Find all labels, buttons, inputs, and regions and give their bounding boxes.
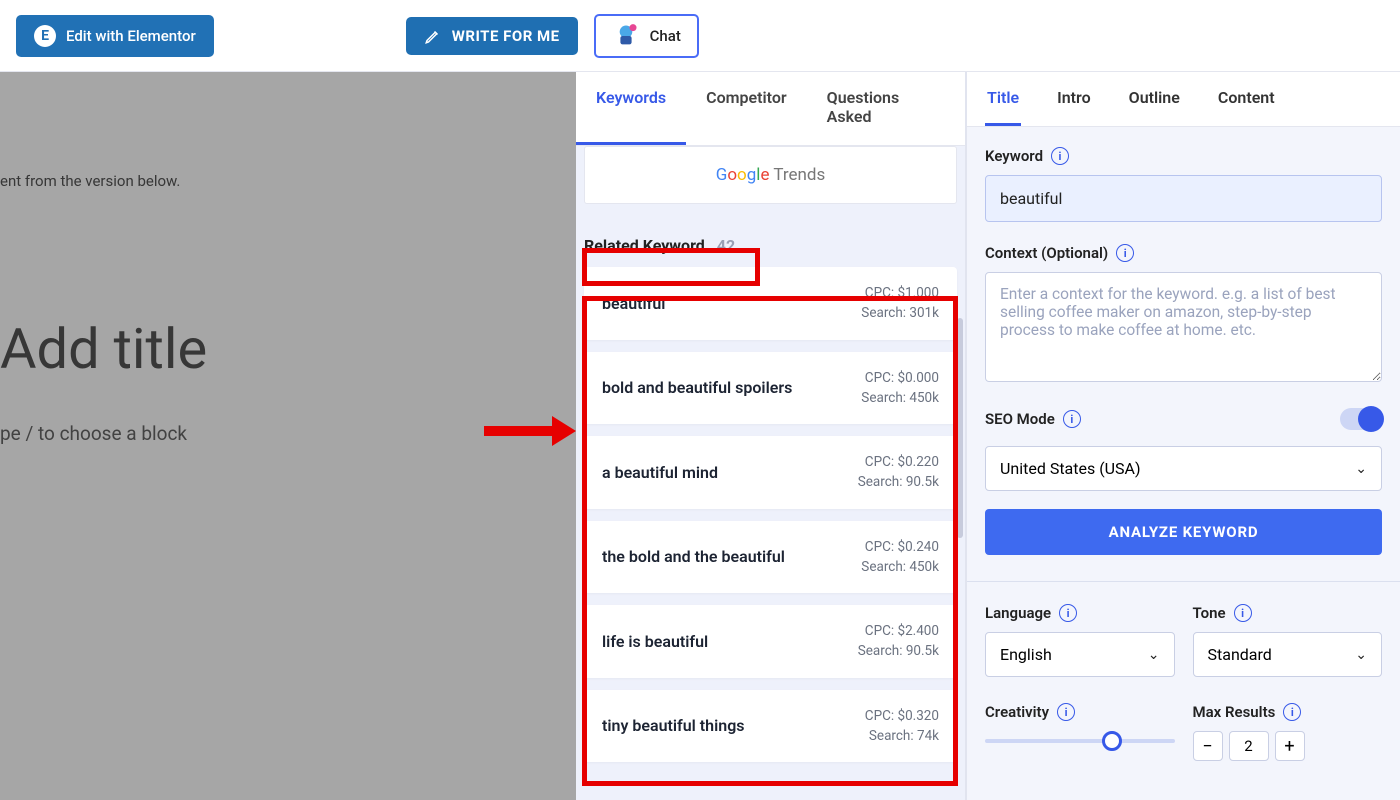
keyword-card[interactable]: life is beautiful CPC: $2.400Search: 90.…: [584, 605, 957, 678]
tab-intro[interactable]: Intro: [1055, 72, 1093, 126]
keyword-meta: CPC: $0.000Search: 450k: [861, 368, 939, 409]
max-results-label: Max Resultsi: [1193, 703, 1383, 721]
scrollbar-thumb[interactable]: [957, 318, 963, 538]
increment-button[interactable]: +: [1275, 731, 1305, 761]
tab-keywords[interactable]: Keywords: [576, 72, 686, 145]
keyword-card[interactable]: tiny beautiful things CPC: $0.320Search:…: [584, 690, 957, 763]
keyword-term: life is beautiful: [602, 632, 708, 651]
tone-label: Tonei: [1193, 604, 1383, 622]
language-select[interactable]: English ⌄: [985, 632, 1175, 677]
analyze-keyword-button[interactable]: ANALYZE KEYWORD: [985, 509, 1382, 555]
divider: [967, 581, 1400, 582]
language-label: Languagei: [985, 604, 1175, 622]
keyword-term: a beautiful mind: [602, 463, 718, 482]
keyword-meta: CPC: $2.400Search: 90.5k: [858, 621, 939, 662]
language-value: English: [1000, 645, 1052, 664]
tab-competitor[interactable]: Competitor: [686, 72, 807, 145]
creativity-slider[interactable]: [985, 739, 1175, 743]
keyword-card[interactable]: bold and beautiful spoilers CPC: $0.000S…: [584, 352, 957, 425]
related-keyword-count: 42: [717, 236, 735, 255]
content-tabs: Title Intro Outline Content: [967, 72, 1400, 127]
genie-icon: [612, 22, 640, 50]
info-icon[interactable]: i: [1051, 147, 1069, 165]
chevron-down-icon: ⌄: [1355, 647, 1367, 663]
keyword-field-label: Keywordi: [985, 147, 1382, 165]
keyword-term: the bold and the beautiful: [602, 547, 785, 566]
keyword-panel-tabs: Keywords Competitor Questions Asked: [576, 72, 965, 146]
tab-content[interactable]: Content: [1216, 72, 1277, 126]
keyword-input[interactable]: [985, 175, 1382, 222]
max-results-value[interactable]: 2: [1229, 731, 1269, 761]
keyword-term: beautiful: [602, 294, 665, 313]
context-field-label: Context (Optional)i: [985, 244, 1382, 262]
tab-outline[interactable]: Outline: [1127, 72, 1182, 126]
info-icon[interactable]: i: [1116, 244, 1134, 262]
context-textarea[interactable]: [985, 272, 1382, 382]
tone-value: Standard: [1208, 645, 1272, 664]
keyword-meta: CPC: $1.000Search: 301k: [861, 283, 939, 324]
keyword-card[interactable]: beautiful CPC: $1.000Search: 301k: [584, 267, 957, 340]
keyword-term: tiny beautiful things: [602, 716, 745, 735]
chevron-down-icon: ⌄: [1355, 461, 1367, 477]
country-select[interactable]: United States (USA) ⌄: [985, 446, 1382, 491]
info-icon[interactable]: i: [1234, 604, 1252, 622]
chat-label: Chat: [650, 27, 681, 45]
keyword-panel: Keywords Competitor Questions Asked Goog…: [576, 72, 966, 800]
country-value: United States (USA): [1000, 459, 1141, 478]
max-results-stepper: − 2 +: [1193, 731, 1383, 761]
annotation-arrow-icon: [480, 414, 576, 448]
creativity-label: Creativityi: [985, 703, 1175, 721]
keyword-list: beautiful CPC: $1.000Search: 301k bold a…: [576, 267, 965, 762]
google-logo: Google: [716, 165, 770, 185]
trends-label: Trends: [769, 165, 825, 185]
edit-elementor-button[interactable]: E Edit with Elementor: [16, 15, 214, 57]
google-trends-card[interactable]: Google Trends: [584, 146, 957, 204]
related-keyword-label: Related Keyword: [584, 236, 705, 255]
tone-select[interactable]: Standard ⌄: [1193, 632, 1383, 677]
info-icon[interactable]: i: [1283, 703, 1301, 721]
edit-elementor-label: Edit with Elementor: [66, 27, 196, 45]
write-for-me-label: WRITE FOR ME: [452, 27, 560, 45]
editor-toolbar: E Edit with Elementor WRITE FOR ME Chat: [0, 0, 1400, 72]
elementor-icon: E: [34, 25, 56, 47]
keyword-card[interactable]: a beautiful mind CPC: $0.220Search: 90.5…: [584, 436, 957, 509]
keyword-meta: CPC: $0.220Search: 90.5k: [858, 452, 939, 493]
tab-questions[interactable]: Questions Asked: [807, 72, 965, 145]
getgenie-sidebar: GetGenie ✕ Title Intro Outline Content K…: [966, 0, 1400, 800]
seo-mode-toggle[interactable]: [1340, 408, 1382, 430]
chevron-down-icon: ⌄: [1148, 647, 1160, 663]
decrement-button[interactable]: −: [1193, 731, 1223, 761]
info-icon[interactable]: i: [1063, 410, 1081, 428]
keyword-meta: CPC: $0.320Search: 74k: [865, 706, 939, 747]
info-icon[interactable]: i: [1059, 604, 1077, 622]
related-keyword-header: Related Keyword 42: [576, 224, 965, 267]
write-for-me-button[interactable]: WRITE FOR ME: [406, 17, 578, 55]
keyword-card[interactable]: the bold and the beautiful CPC: $0.240Se…: [584, 521, 957, 594]
info-icon[interactable]: i: [1057, 703, 1075, 721]
pen-icon: [424, 27, 442, 45]
keyword-term: bold and beautiful spoilers: [602, 378, 792, 397]
tab-title[interactable]: Title: [985, 72, 1021, 126]
keyword-meta: CPC: $0.240Search: 450k: [861, 537, 939, 578]
seo-mode-label: SEO Modei: [985, 410, 1081, 428]
chat-button[interactable]: Chat: [594, 14, 699, 58]
slider-thumb[interactable]: [1102, 731, 1122, 751]
